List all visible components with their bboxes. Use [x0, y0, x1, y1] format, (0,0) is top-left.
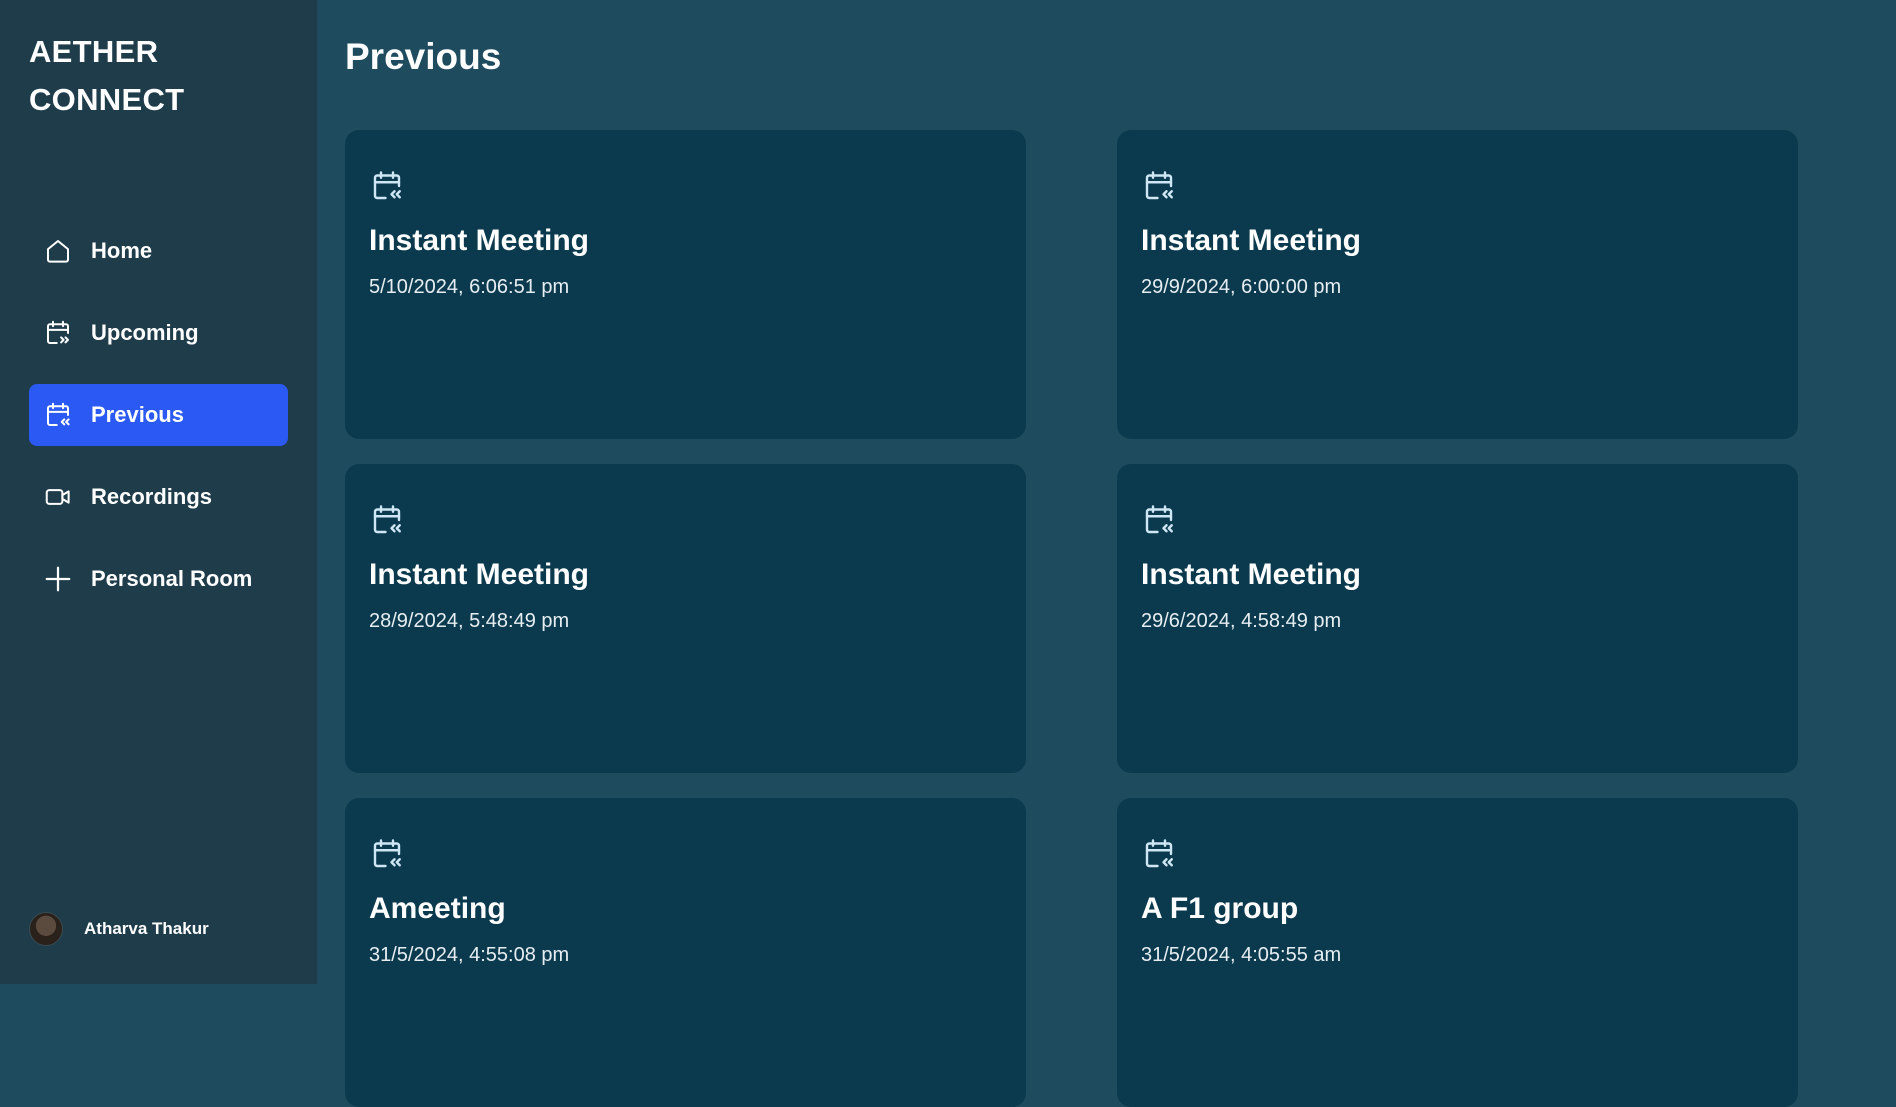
sidebar-item-label: Personal Room [91, 566, 253, 591]
meeting-card[interactable]: Instant Meeting 28/9/2024, 5:48:49 pm [345, 464, 1026, 773]
meeting-card[interactable]: Instant Meeting 29/9/2024, 6:00:00 pm [1117, 130, 1798, 439]
calendar-back-icon [1141, 168, 1177, 204]
meeting-title: Instant Meeting [1141, 224, 1362, 257]
calendar-back-icon [42, 399, 74, 431]
sidebar-item-home[interactable]: Home [29, 220, 288, 282]
meeting-title: Instant Meeting [369, 558, 590, 591]
meeting-date: 31/5/2024, 4:05:55 am [1141, 944, 1342, 966]
sidebar-item-upcoming[interactable]: Upcoming [29, 302, 288, 364]
sidebar-item-label: Home [91, 238, 153, 263]
sidebar: AETHER CONNECT Home Upcoming Previous Re… [0, 0, 317, 984]
meeting-card[interactable]: A F1 group 31/5/2024, 4:05:55 am [1117, 798, 1798, 1107]
brand-logo[interactable]: AETHER CONNECT [29, 28, 269, 124]
meeting-card[interactable]: Instant Meeting 29/6/2024, 4:58:49 pm [1117, 464, 1798, 773]
brand-line-1: AETHER [29, 34, 159, 69]
sidebar-nav: Home Upcoming Previous Recordings Person… [29, 220, 288, 630]
meeting-date: 31/5/2024, 4:55:08 pm [369, 944, 570, 966]
calendar-back-icon [369, 836, 405, 872]
meeting-date: 29/6/2024, 4:58:49 pm [1141, 610, 1342, 632]
avatar[interactable] [29, 912, 63, 946]
meeting-title: Instant Meeting [369, 224, 590, 257]
meeting-date: 29/9/2024, 6:00:00 pm [1141, 276, 1342, 298]
calendar-back-icon [1141, 502, 1177, 538]
main-content: Previous Instant Meeting 5/10/2024, 6:06… [345, 0, 1896, 1107]
meeting-title: A F1 group [1141, 892, 1299, 925]
sidebar-item-recordings[interactable]: Recordings [29, 466, 288, 528]
sidebar-item-previous[interactable]: Previous [29, 384, 288, 446]
meeting-card[interactable]: Instant Meeting 5/10/2024, 6:06:51 pm [345, 130, 1026, 439]
meeting-title: Instant Meeting [1141, 558, 1362, 591]
calendar-back-icon [369, 502, 405, 538]
sidebar-item-label: Previous [91, 402, 184, 427]
meeting-date: 28/9/2024, 5:48:49 pm [369, 610, 570, 632]
calendar-back-icon [369, 168, 405, 204]
user-name: Atharva Thakur [84, 919, 209, 938]
meeting-date: 5/10/2024, 6:06:51 pm [369, 276, 570, 298]
plus-icon [42, 563, 74, 595]
meeting-grid: Instant Meeting 5/10/2024, 6:06:51 pm In… [345, 130, 1798, 1107]
home-icon [42, 235, 74, 267]
sidebar-item-label: Recordings [91, 484, 213, 509]
calendar-forward-icon [42, 317, 74, 349]
sidebar-item-label: Upcoming [91, 320, 199, 345]
page-title: Previous [345, 36, 502, 77]
brand-line-2: CONNECT [29, 82, 185, 117]
calendar-back-icon [1141, 836, 1177, 872]
meeting-title: Ameeting [369, 892, 506, 925]
user-profile[interactable]: Atharva Thakur [29, 912, 209, 946]
sidebar-item-personal-room[interactable]: Personal Room [29, 548, 288, 610]
meeting-card[interactable]: Ameeting 31/5/2024, 4:55:08 pm [345, 798, 1026, 1107]
video-camera-icon [42, 481, 74, 513]
